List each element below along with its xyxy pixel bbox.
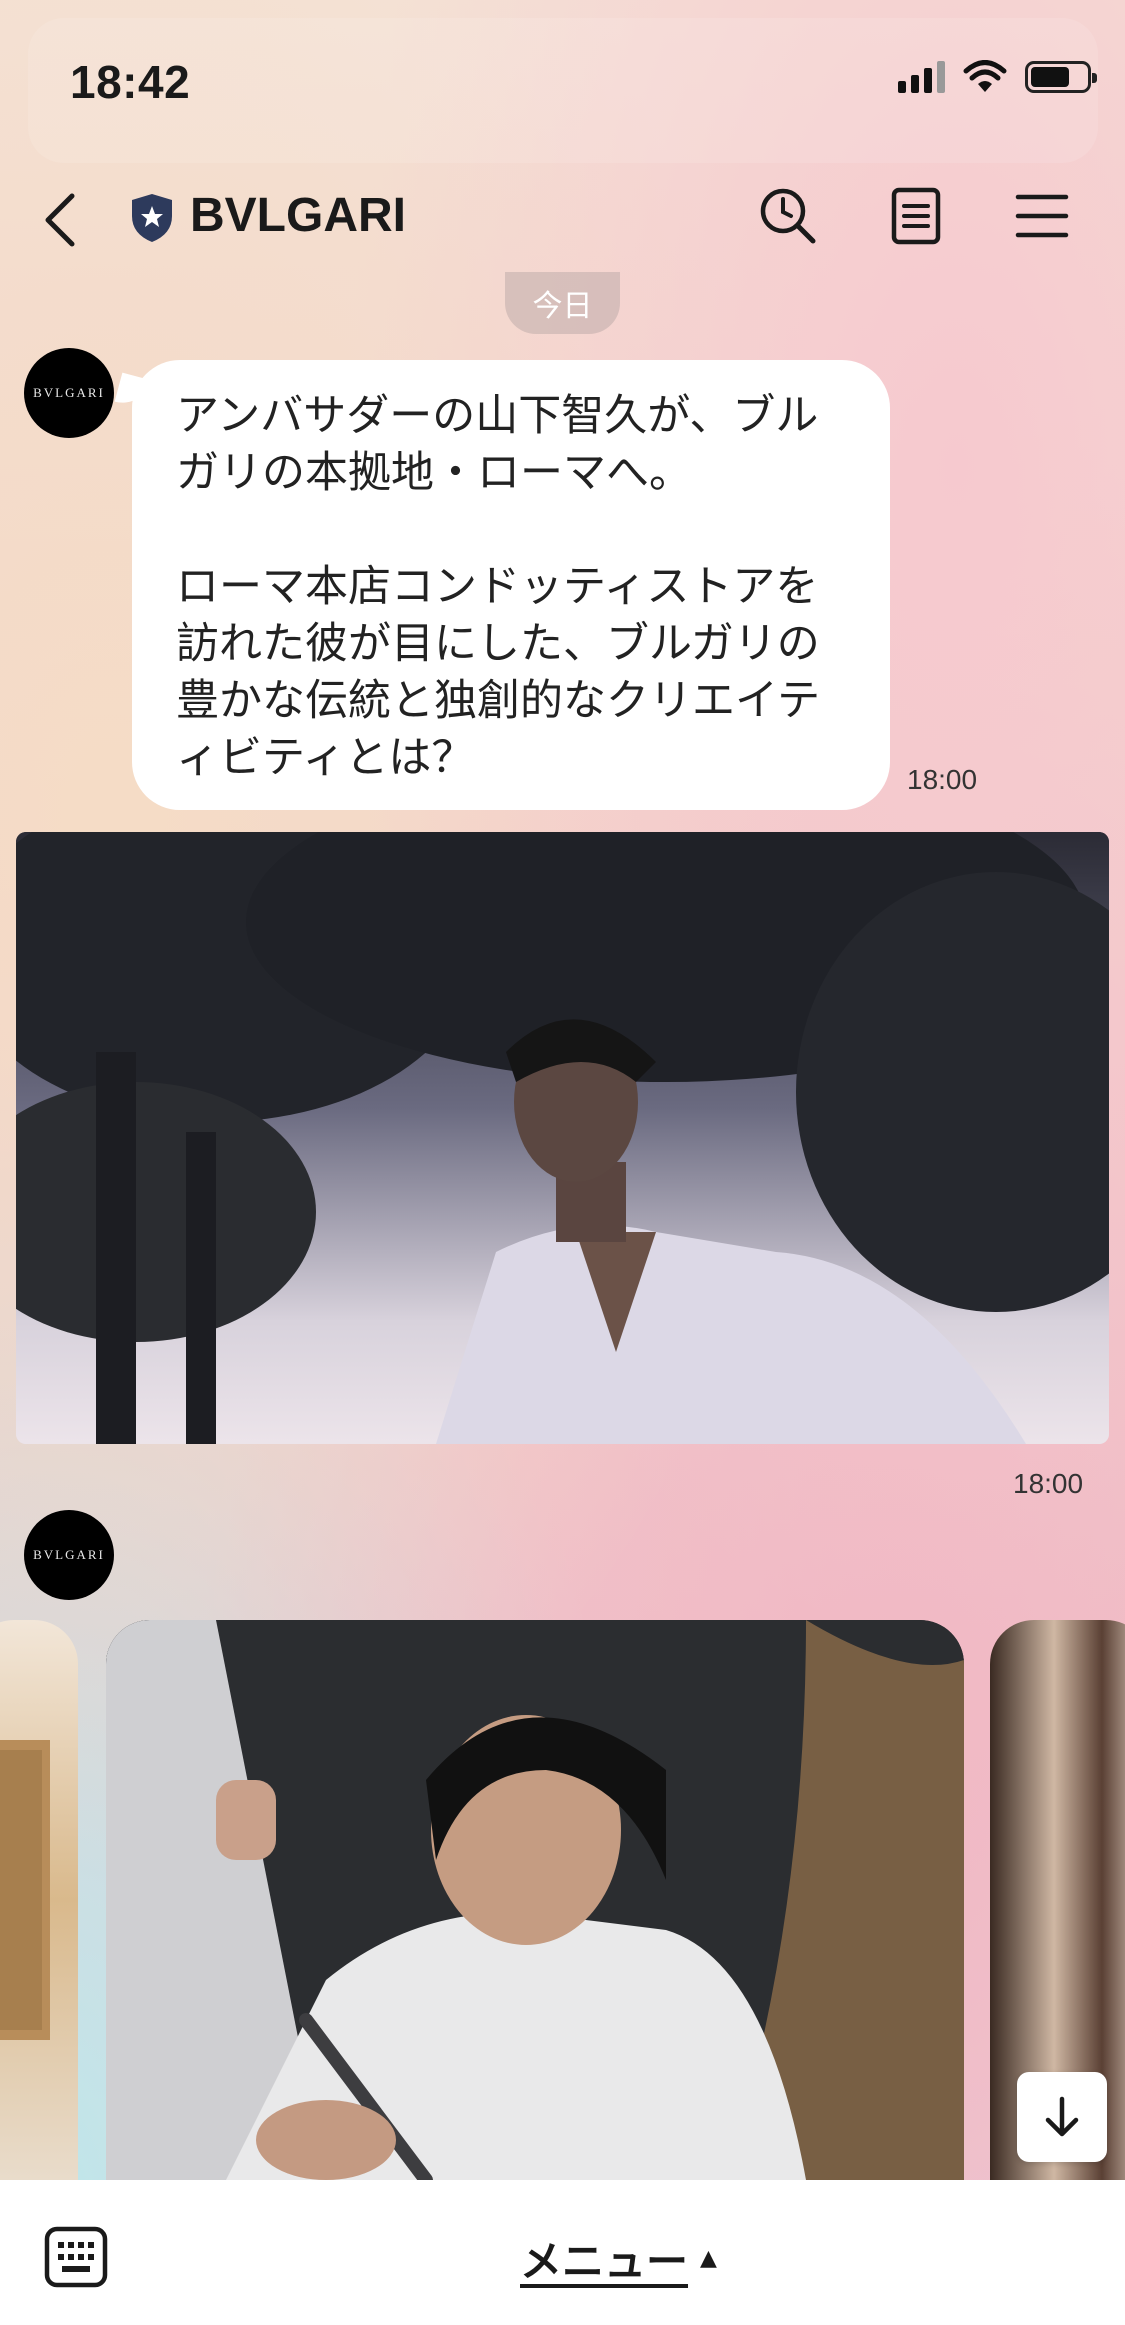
back-button[interactable] [40, 188, 90, 252]
signal-icon [898, 61, 945, 93]
status-time: 18:42 [70, 56, 191, 108]
notes-button[interactable] [884, 184, 948, 248]
scroll-to-bottom-button[interactable] [1017, 2072, 1107, 2162]
message-time: 18:00 [907, 764, 978, 795]
shield-icon [132, 194, 172, 242]
search-icon [760, 188, 816, 244]
card-photo [106, 1620, 964, 2180]
battery-icon [1025, 61, 1097, 93]
search-button[interactable] [756, 184, 820, 248]
chat-header: BVLGARI [0, 170, 1125, 270]
photo-scene [16, 832, 1109, 1444]
image-carousel[interactable] [0, 1620, 1125, 2180]
hamburger-icon [1015, 194, 1069, 238]
arrow-down-icon [1045, 2096, 1079, 2137]
status-icons [898, 60, 1097, 94]
message-image[interactable] [16, 832, 1109, 1444]
keyboard-icon [44, 2226, 108, 2288]
avatar-label: BVLGARI [33, 1547, 105, 1562]
message-bubble[interactable]: アンバサダーの山下智久が、ブル ガリの本拠地・ローマへ。 ローマ本店コンドッティ… [132, 360, 890, 810]
bottom-bar: メニュー ▲ [0, 2180, 1125, 2325]
caret-up-icon: ▲ [700, 2246, 717, 2271]
image-time: 18:00 [1013, 1468, 1084, 1499]
notes-icon [891, 187, 941, 245]
back-icon [45, 193, 75, 247]
avatar-label: BVLGARI [33, 385, 105, 400]
avatar[interactable]: BVLGARI [24, 1510, 114, 1600]
menu-label: メニュー [520, 2237, 689, 2286]
wifi-icon [963, 60, 1007, 92]
card-artwork [0, 1740, 50, 2040]
date-separator: 今日 [505, 272, 620, 334]
carousel-card-current[interactable] [106, 1620, 964, 2180]
keyboard-button[interactable] [44, 2226, 108, 2288]
carousel-card-prev[interactable] [0, 1620, 78, 2180]
menu-button[interactable] [1010, 184, 1074, 248]
chat-title: BVLGARI [190, 189, 406, 242]
rich-menu-toggle[interactable]: メニュー ▲ [520, 2228, 717, 2289]
avatar[interactable]: BVLGARI [24, 348, 114, 438]
